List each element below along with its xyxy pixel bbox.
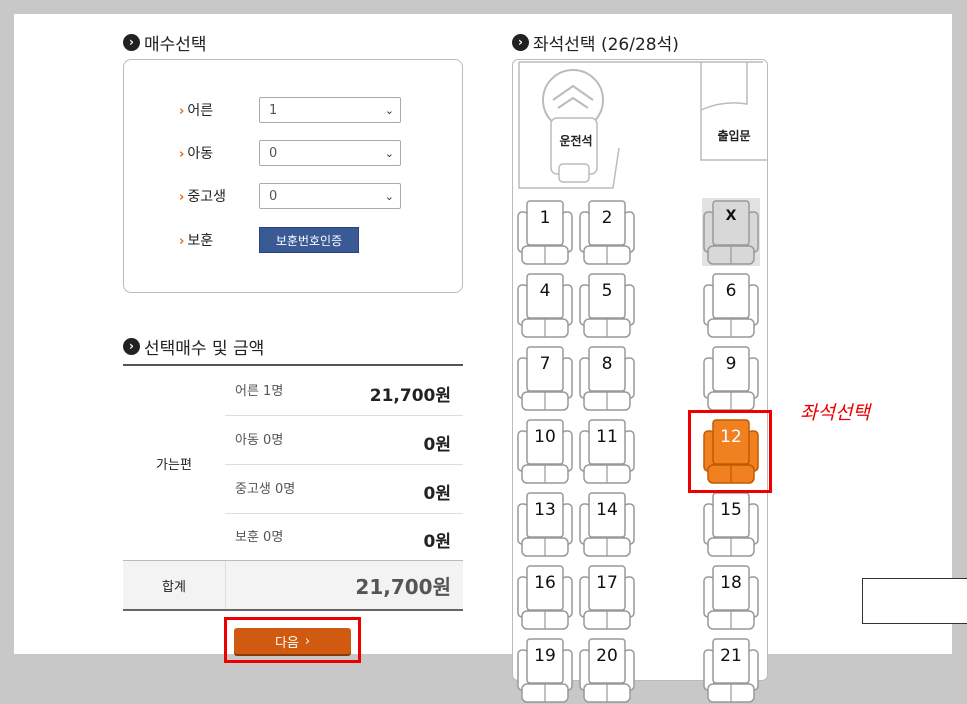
summary-line: 보훈 0명 0원 xyxy=(225,512,463,562)
seat-number: 7 xyxy=(539,354,551,374)
summary-line-amount: 0원 xyxy=(423,435,451,455)
seat-x: X xyxy=(702,198,760,266)
total-label: 합계 xyxy=(123,561,226,609)
seat-1[interactable]: 1 xyxy=(516,198,574,266)
total-amount: 21,700원 xyxy=(355,575,451,599)
chevron-right-icon: › xyxy=(512,34,529,51)
arrow-icon: › xyxy=(179,147,185,162)
summary-line: 중고생 0명 0원 xyxy=(225,464,463,514)
seat-19[interactable]: 19 xyxy=(516,636,574,704)
seat-number: 9 xyxy=(725,354,737,374)
seat-select-title-text: 좌석선택 (26/28석) xyxy=(533,35,679,55)
ticket-count-title-text: 매수선택 xyxy=(144,35,207,55)
seat-number: 13 xyxy=(534,500,556,520)
seat-number: 14 xyxy=(596,500,618,520)
seat-number: 1 xyxy=(539,208,551,228)
veteran-row: › 보훈 보훈번호인증 xyxy=(179,227,359,253)
summary-line-amount: 0원 xyxy=(423,532,451,552)
ticket-count-title: › 매수선택 xyxy=(123,30,207,55)
seat-17[interactable]: 17 xyxy=(578,563,636,631)
seat-number: 18 xyxy=(720,573,742,593)
chevron-down-icon: ⌄ xyxy=(384,146,394,160)
seat-select-annotation: 좌석선택 xyxy=(800,402,870,424)
summary-table: 가는편 어른 1명 21,700원 아동 0명 0원 중고생 0명 0원 보훈 0명 0… xyxy=(123,364,463,611)
next-button-highlight: 다음 › xyxy=(224,617,361,663)
student-row: › 중고생 0 ⌄ xyxy=(179,183,401,209)
seat-number: 15 xyxy=(720,500,742,520)
direction-label: 가는편 xyxy=(156,457,192,473)
seat-number: 16 xyxy=(534,573,556,593)
chevron-right-icon: › xyxy=(123,34,140,51)
selected-seat-highlight xyxy=(688,410,772,493)
summary-line: 아동 0명 0원 xyxy=(225,415,463,465)
ticket-count-box: › 어른 1 ⌄ › 아동 0 ⌄ › 중고생 0 ⌄ › 보훈 보훈번호인증 xyxy=(123,59,463,293)
summary-line-amount: 0원 xyxy=(423,484,451,504)
child-select-value: 0 xyxy=(269,145,278,161)
student-select[interactable]: 0 ⌄ xyxy=(259,183,401,209)
child-label: 아동 xyxy=(187,146,214,162)
veteran-auth-button[interactable]: 보훈번호인증 xyxy=(259,227,359,253)
chevron-down-icon: ⌄ xyxy=(384,189,394,203)
floating-panel xyxy=(862,578,967,624)
seat-2[interactable]: 2 xyxy=(578,198,636,266)
seat-number: X xyxy=(725,208,737,224)
seat-14[interactable]: 14 xyxy=(578,490,636,558)
summary-title: › 선택매수 및 금액 xyxy=(123,334,264,359)
seat-number: 20 xyxy=(596,646,618,666)
seat-20[interactable]: 20 xyxy=(578,636,636,704)
summary-line-name: 어른 1명 xyxy=(235,384,284,399)
seat-select-title: › 좌석선택 (26/28석) xyxy=(512,30,679,55)
seat-number: 6 xyxy=(725,281,737,301)
seat-15[interactable]: 15 xyxy=(702,490,760,558)
seat-6[interactable]: 6 xyxy=(702,271,760,339)
seat-number: 5 xyxy=(601,281,613,301)
seat-number: 17 xyxy=(596,573,618,593)
adult-label: 어른 xyxy=(187,103,214,119)
arrow-icon: › xyxy=(179,190,185,205)
veteran-label: 보훈 xyxy=(187,233,214,249)
seat-7[interactable]: 7 xyxy=(516,344,574,412)
adult-select-value: 1 xyxy=(269,102,278,118)
chevron-down-icon: ⌄ xyxy=(384,103,394,117)
next-button-label: 다음 xyxy=(274,635,299,651)
summary-line: 어른 1명 21,700원 xyxy=(225,366,463,416)
total-row: 합계 21,700원 xyxy=(123,560,463,611)
adult-select[interactable]: 1 ⌄ xyxy=(259,97,401,123)
seat-11[interactable]: 11 xyxy=(578,417,636,485)
seat-13[interactable]: 13 xyxy=(516,490,574,558)
student-label: 중고생 xyxy=(187,189,226,205)
chevron-right-icon: › xyxy=(304,633,311,649)
seat-5[interactable]: 5 xyxy=(578,271,636,339)
seat-10[interactable]: 10 xyxy=(516,417,574,485)
seat-number: 2 xyxy=(601,208,613,228)
seat-number: 8 xyxy=(601,354,613,374)
summary-line-name: 중고생 0명 xyxy=(235,482,296,497)
summary-line-amount: 21,700원 xyxy=(369,386,451,406)
summary-line-name: 보훈 0명 xyxy=(235,530,284,545)
seat-number: 21 xyxy=(720,646,742,666)
summary-title-text: 선택매수 및 금액 xyxy=(144,339,265,359)
seat-number: 4 xyxy=(539,281,551,301)
summary-line-name: 아동 0명 xyxy=(235,433,284,448)
next-button[interactable]: 다음 › xyxy=(234,628,351,654)
driver-label: 운전석 xyxy=(559,134,593,148)
arrow-icon: › xyxy=(179,104,185,119)
student-select-value: 0 xyxy=(269,188,278,204)
child-select[interactable]: 0 ⌄ xyxy=(259,140,401,166)
seat-21[interactable]: 21 xyxy=(702,636,760,704)
adult-row: › 어른 1 ⌄ xyxy=(179,97,401,123)
chevron-right-icon: › xyxy=(123,338,140,355)
seat-18[interactable]: 18 xyxy=(702,563,760,631)
arrow-icon: › xyxy=(179,234,185,249)
seat-9[interactable]: 9 xyxy=(702,344,760,412)
seat-number: 19 xyxy=(534,646,556,666)
seat-8[interactable]: 8 xyxy=(578,344,636,412)
seat-number: 11 xyxy=(596,427,618,447)
seat-16[interactable]: 16 xyxy=(516,563,574,631)
seat-4[interactable]: 4 xyxy=(516,271,574,339)
entrance-label: 출입문 xyxy=(717,129,751,143)
seat-number: 10 xyxy=(534,427,556,447)
child-row: › 아동 0 ⌄ xyxy=(179,140,401,166)
